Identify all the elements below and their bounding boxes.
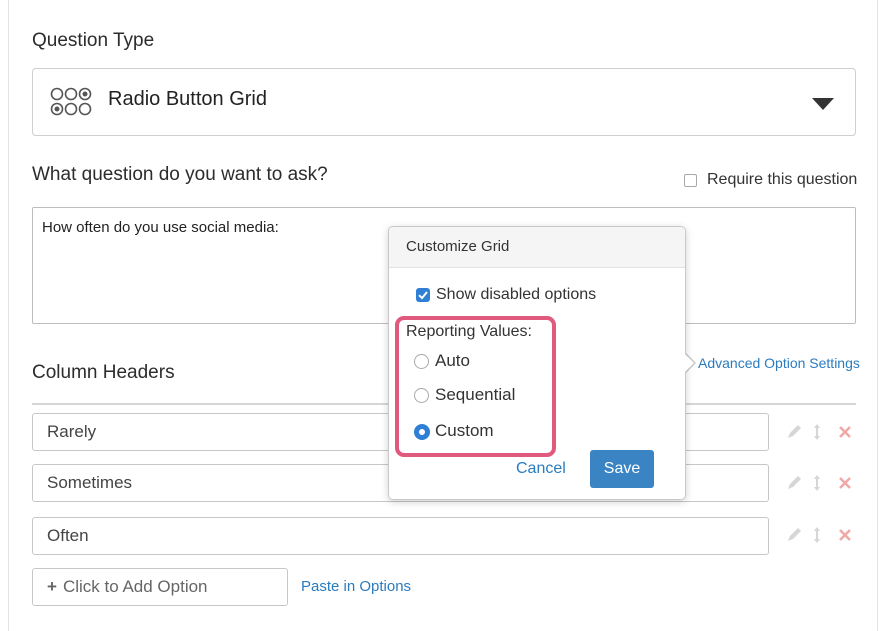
radio-custom-label: Custom xyxy=(435,421,494,440)
pencil-icon[interactable] xyxy=(788,425,801,438)
row-actions xyxy=(788,424,851,440)
radio-sequential[interactable] xyxy=(414,388,429,403)
add-option-button[interactable]: + Click to Add Option xyxy=(32,568,288,606)
radio-auto[interactable] xyxy=(414,354,429,369)
require-checkbox[interactable] xyxy=(684,174,697,187)
save-button[interactable]: Save xyxy=(590,450,654,488)
pencil-icon[interactable] xyxy=(788,476,801,489)
popover-arrow-inner xyxy=(684,353,694,373)
drag-handle-icon[interactable] xyxy=(814,475,820,491)
drag-handle-icon[interactable] xyxy=(814,424,820,440)
question-text: How often do you use social media: xyxy=(42,219,279,236)
question-label: What question do you want to ask? xyxy=(32,164,328,185)
cancel-button[interactable]: Cancel xyxy=(516,460,566,478)
reporting-values-label: Reporting Values: xyxy=(406,323,532,340)
column-headers-label: Column Headers xyxy=(32,362,175,383)
pencil-icon[interactable] xyxy=(788,528,801,541)
show-disabled-label: Show disabled options xyxy=(436,286,597,303)
question-type-value: Radio Button Grid xyxy=(108,88,267,110)
radio-sequential-label: Sequential xyxy=(435,385,516,404)
row-actions xyxy=(788,527,851,543)
chevron-down-icon[interactable] xyxy=(812,98,834,110)
radio-grid-icon xyxy=(50,87,92,116)
radio-auto-label: Auto xyxy=(435,351,470,370)
popover-title: Customize Grid xyxy=(406,238,510,255)
option-input[interactable]: Often xyxy=(32,517,769,555)
advanced-option-settings-link[interactable]: Advanced Option Settings xyxy=(698,355,860,371)
radio-custom[interactable] xyxy=(414,424,430,440)
plus-icon: + xyxy=(47,577,57,596)
checkmark-icon xyxy=(418,291,428,300)
delete-icon[interactable] xyxy=(839,477,851,489)
add-option-label: Click to Add Option xyxy=(62,577,208,596)
require-label: Require this question xyxy=(707,171,858,188)
question-type-label: Question Type xyxy=(32,30,155,51)
paste-in-options-link[interactable]: Paste in Options xyxy=(301,578,411,595)
drag-handle-icon[interactable] xyxy=(814,527,820,543)
row-actions xyxy=(788,475,851,491)
delete-icon[interactable] xyxy=(839,529,851,541)
delete-icon[interactable] xyxy=(839,426,851,438)
show-disabled-checkbox[interactable] xyxy=(416,288,430,302)
